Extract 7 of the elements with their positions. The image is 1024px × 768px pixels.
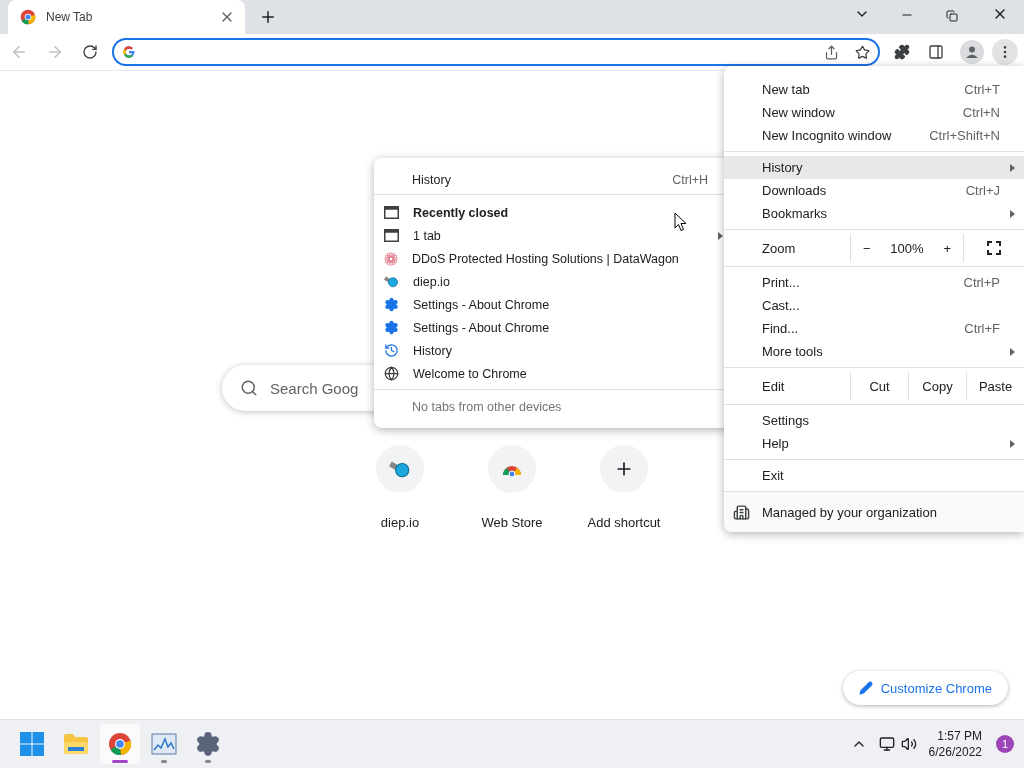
edit-label: Edit (761, 377, 786, 396)
search-placeholder: Search Goog (270, 379, 359, 397)
tab-title: New Tab (46, 10, 94, 24)
zoom-label: Zoom (761, 239, 797, 258)
empty-message: No tabs from other devices (412, 400, 562, 414)
managed-label: Managed by your organization (762, 504, 937, 520)
zoom-value: 100% (890, 240, 924, 256)
